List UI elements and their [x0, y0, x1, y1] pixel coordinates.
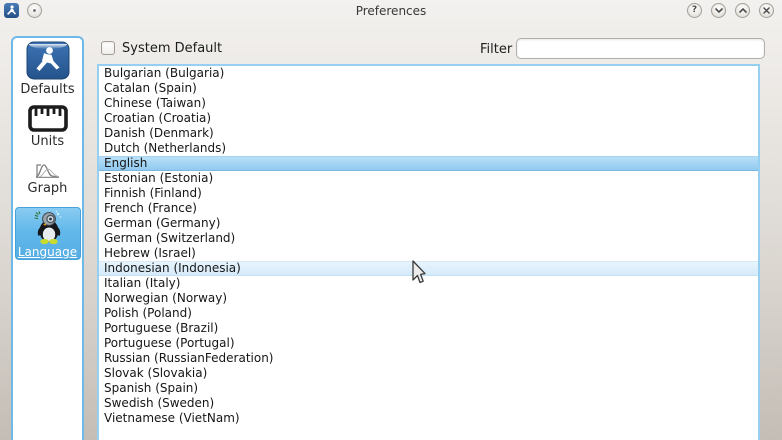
- sidebar-item-language[interactable]: Language: [15, 207, 81, 260]
- language-row-label: Spanish (Spain): [104, 381, 198, 395]
- language-row[interactable]: English: [99, 156, 758, 171]
- language-row[interactable]: Dutch (Netherlands): [99, 141, 758, 156]
- language-row[interactable]: Polish (Poland): [99, 306, 758, 321]
- language-row[interactable]: Spanish (Spain): [99, 381, 758, 396]
- language-row-label: Slovak (Slovakia): [104, 366, 207, 380]
- language-row-label: French (France): [104, 201, 197, 215]
- language-row-label: Hebrew (Israel): [104, 246, 196, 260]
- window-title: Preferences: [0, 4, 782, 18]
- system-default-label: System Default: [122, 41, 222, 56]
- penguin-icon: [28, 209, 68, 245]
- question-icon: ?: [692, 6, 697, 15]
- language-row-label: Croatian (Croatia): [104, 111, 211, 125]
- language-row[interactable]: Portuguese (Brazil): [99, 321, 758, 336]
- language-row-label: Estonian (Estonia): [104, 171, 213, 185]
- language-row[interactable]: Vietnamese (VietNam): [99, 411, 758, 426]
- graph-icon: [35, 161, 60, 179]
- language-row[interactable]: Finnish (Finland): [99, 186, 758, 201]
- language-row-label: English: [104, 156, 147, 170]
- language-row-label: Bulgarian (Bulgaria): [104, 66, 224, 80]
- chevron-down-icon: [715, 8, 723, 13]
- language-row-label: Swedish (Sweden): [104, 396, 214, 410]
- preferences-sidebar: Defaults Units Graph: [11, 36, 84, 440]
- language-row-label: Danish (Denmark): [104, 126, 214, 140]
- language-row[interactable]: Chinese (Taiwan): [99, 96, 758, 111]
- language-row-label: Chinese (Taiwan): [104, 96, 206, 110]
- maximize-button[interactable]: [735, 3, 750, 18]
- language-row-label: German (Germany): [104, 216, 220, 230]
- filter-input[interactable]: [516, 38, 765, 59]
- language-row-label: Portuguese (Portugal): [104, 336, 235, 350]
- sidebar-item-label: Units: [31, 134, 64, 149]
- language-row[interactable]: Norwegian (Norway): [99, 291, 758, 306]
- language-row-label: Russian (RussianFederation): [104, 351, 273, 365]
- language-row-label: Indonesian (Indonesia): [104, 261, 241, 275]
- language-row-label: Polish (Poland): [104, 306, 192, 320]
- language-row[interactable]: Slovak (Slovakia): [99, 366, 758, 381]
- close-button[interactable]: [759, 3, 774, 18]
- language-row-label: Finnish (Finland): [104, 186, 202, 200]
- language-row-label: Dutch (Netherlands): [104, 141, 226, 155]
- language-row[interactable]: Portuguese (Portugal): [99, 336, 758, 351]
- sidebar-item-defaults[interactable]: Defaults: [20, 38, 74, 97]
- system-default-checkbox[interactable]: [101, 41, 115, 55]
- language-row-label: Catalan (Spain): [104, 81, 197, 95]
- language-row-label: Italian (Italy): [104, 276, 180, 290]
- language-row[interactable]: French (France): [99, 201, 758, 216]
- sidebar-item-units[interactable]: Units: [28, 97, 68, 149]
- close-icon: [763, 7, 770, 14]
- language-row-label: Vietnamese (VietNam): [104, 411, 240, 425]
- language-row-label: Norwegian (Norway): [104, 291, 227, 305]
- language-row[interactable]: Italian (Italy): [99, 276, 758, 291]
- sidebar-item-label: Graph: [28, 181, 68, 196]
- sidebar-item-graph[interactable]: Graph: [28, 149, 68, 196]
- filter-label: Filter: [480, 42, 512, 57]
- language-row-label: Portuguese (Brazil): [104, 321, 218, 335]
- language-row[interactable]: Danish (Denmark): [99, 126, 758, 141]
- language-row[interactable]: German (Switzerland): [99, 231, 758, 246]
- language-row[interactable]: Russian (RussianFederation): [99, 351, 758, 366]
- titlebar: Preferences ?: [0, 0, 782, 22]
- language-row-label: German (Switzerland): [104, 231, 235, 245]
- language-row[interactable]: Indonesian (Indonesia): [99, 261, 758, 276]
- help-button[interactable]: ?: [687, 3, 702, 18]
- sidebar-item-label: Language: [18, 245, 77, 259]
- language-row[interactable]: Swedish (Sweden): [99, 396, 758, 411]
- language-row[interactable]: Estonian (Estonia): [99, 171, 758, 186]
- language-row[interactable]: Catalan (Spain): [99, 81, 758, 96]
- language-row[interactable]: Hebrew (Israel): [99, 246, 758, 261]
- sidebar-item-label: Defaults: [20, 82, 74, 97]
- diver-icon: [26, 41, 70, 80]
- minimize-button[interactable]: [711, 3, 726, 18]
- language-row[interactable]: Bulgarian (Bulgaria): [99, 66, 758, 81]
- language-row[interactable]: Croatian (Croatia): [99, 111, 758, 126]
- language-list: Bulgarian (Bulgaria) Catalan (Spain) Chi…: [97, 64, 760, 440]
- ruler-icon: [28, 105, 68, 132]
- chevron-up-icon: [739, 8, 747, 13]
- language-row[interactable]: German (Germany): [99, 216, 758, 231]
- preferences-window: Preferences ?: [0, 0, 782, 440]
